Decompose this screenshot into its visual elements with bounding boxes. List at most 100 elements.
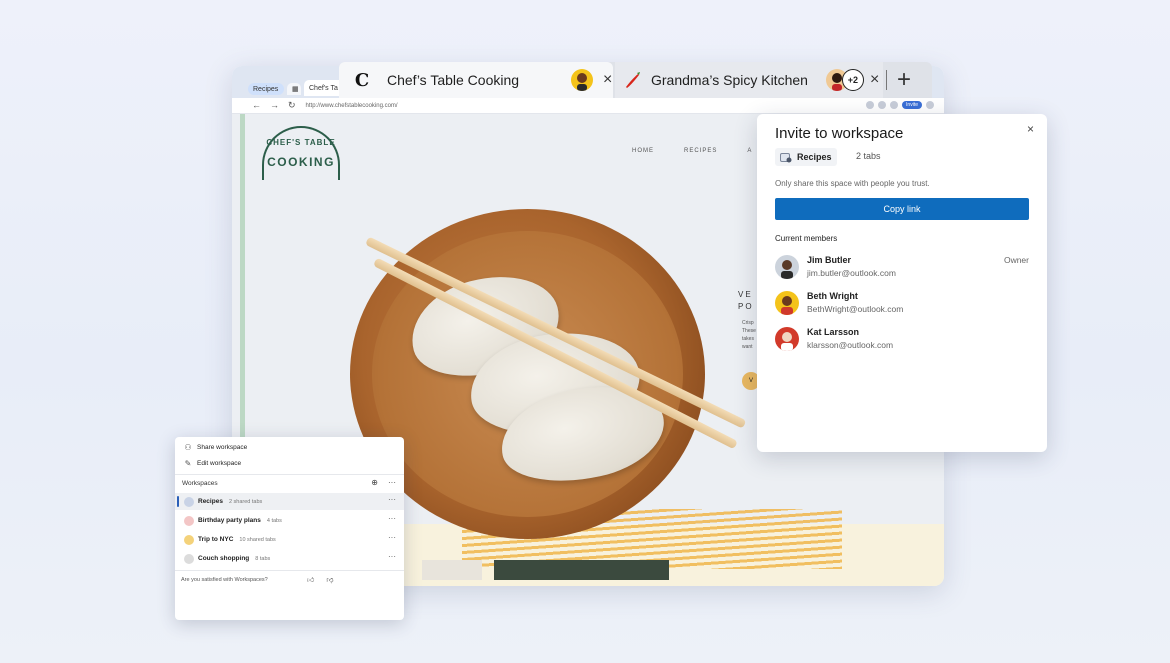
extensions-icon[interactable] — [926, 101, 934, 109]
member-row: Kat Larsson klarsson@outlook.com — [775, 325, 1029, 355]
workspace-name: Recipes — [198, 498, 223, 505]
avatar — [775, 327, 799, 351]
refresh-icon[interactable]: ↻ — [288, 100, 296, 111]
dialog-title: Invite to workspace — [775, 125, 904, 142]
workspace-icon — [184, 496, 194, 507]
workspace-icon — [184, 515, 194, 526]
chefs-table-favicon-icon: C — [354, 69, 370, 91]
edit-workspace-item[interactable]: ✎ Edit workspace — [175, 455, 404, 471]
workspace-item-couch[interactable]: Couch shopping 8 tabs ··· — [175, 550, 404, 567]
new-tab-icon[interactable]: + — [897, 66, 911, 94]
workspace-item-trip-nyc[interactable]: Trip to NYC 10 shared tabs ··· — [175, 531, 404, 548]
site-nav-more[interactable]: A — [747, 148, 752, 154]
workspace-tab-count: 2 tabs — [856, 151, 881, 161]
site-nav: HOME RECIPES A — [632, 148, 752, 154]
thumbnail-image[interactable] — [494, 560, 669, 580]
article-copy: Crisp These takes want — [742, 319, 756, 351]
mini-tab-group-label: Recipes — [253, 85, 279, 93]
add-workspace-icon[interactable]: ⊕ — [371, 478, 378, 487]
tab-title: Chef’s Table Cooking — [387, 72, 520, 88]
url-field[interactable]: http://www.chefstablecooking.com/ — [306, 103, 398, 109]
more-options-icon[interactable]: ··· — [388, 552, 396, 561]
workspace-item-recipes[interactable]: Recipes 2 shared tabs ··· — [175, 493, 404, 510]
share-workspace-item[interactable]: ⚇ Share workspace — [175, 439, 404, 455]
chili-pepper-icon — [626, 72, 640, 88]
share-icon: ⚇ — [184, 442, 192, 452]
mini-tab-calendar[interactable]: ▦ — [287, 83, 301, 95]
collections-icon[interactable] — [878, 101, 887, 109]
member-email: klarsson@outlook.com — [807, 340, 894, 350]
close-icon[interactable]: × — [1027, 122, 1034, 136]
avatar — [775, 255, 799, 279]
thumbs-up-icon[interactable]: 👍︎ — [307, 575, 314, 584]
site-nav-home[interactable]: HOME — [632, 148, 654, 154]
toolbar-invite-button[interactable]: Invite — [902, 101, 922, 109]
trust-note: Only share this space with people you tr… — [775, 179, 930, 188]
workspace-meta: 4 tabs — [266, 517, 282, 524]
workspace-icon — [184, 534, 194, 545]
workspace-icon — [184, 553, 194, 564]
thumbnail-image[interactable] — [422, 560, 482, 580]
article-copy-line: want — [742, 344, 753, 350]
article-heading-line1: VE — [738, 290, 753, 299]
forward-icon[interactable]: → — [270, 100, 279, 111]
member-email: jim.butler@outlook.com — [807, 268, 896, 278]
close-tab-icon[interactable]: × — [603, 71, 612, 89]
calendar-icon: ▦ — [292, 86, 299, 93]
favorites-icon[interactable] — [866, 101, 875, 109]
more-options-icon[interactable]: ··· — [388, 495, 396, 504]
tab-chefs-table[interactable]: C Chef’s Table Cooking × — [339, 62, 613, 98]
logo-text-bottom: COOKING — [267, 155, 335, 169]
article-copy-line: These — [742, 328, 756, 334]
pencil-icon: ✎ — [184, 458, 192, 468]
tab-strip: C Chef’s Table Cooking × Grandma’s Spicy… — [339, 62, 932, 98]
site-logo[interactable]: CHEF'S TABLE COOKING — [262, 126, 340, 180]
more-options-icon[interactable]: ··· — [388, 478, 396, 487]
mini-tab-active-label: Chef's Ta — [309, 84, 338, 92]
workspace-item-birthday[interactable]: Birthday party plans 4 tabs ··· — [175, 512, 404, 529]
workspace-name: Couch shopping — [198, 555, 250, 562]
invite-workspace-dialog: Invite to workspace × Recipes 2 tabs Onl… — [757, 114, 1047, 452]
tab-grandmas-kitchen[interactable]: Grandma’s Spicy Kitchen +2 × — [615, 62, 883, 98]
edit-workspace-label: Edit workspace — [197, 459, 242, 467]
more-collaborators-badge: +2 — [841, 69, 864, 91]
member-name: Beth Wright — [807, 291, 858, 301]
workspace-name: Trip to NYC — [198, 536, 234, 543]
site-nav-recipes[interactable]: RECIPES — [684, 148, 717, 154]
feedback-prompt: Are you satisfied with Workspaces? — [181, 577, 268, 583]
avatar — [775, 291, 799, 315]
workspace-meta: 8 tabs — [255, 555, 271, 562]
address-bar: ← → ↻ http://www.chefstablecooking.com/ … — [232, 98, 944, 114]
member-name: Kat Larsson — [807, 327, 860, 337]
more-options-icon[interactable]: ··· — [388, 533, 396, 542]
member-row: Beth Wright BethWright@outlook.com — [775, 289, 1029, 319]
article-heading-line2: PO — [738, 302, 754, 311]
tab-title: Grandma’s Spicy Kitchen — [651, 72, 808, 88]
divider — [175, 570, 404, 571]
more-options-icon[interactable]: ··· — [388, 514, 396, 523]
collaborator-avatar — [571, 69, 594, 91]
profile-icon[interactable] — [890, 101, 899, 109]
workspace-icon — [780, 152, 792, 162]
divider — [175, 474, 404, 475]
article-copy-line: takes — [742, 336, 754, 342]
logo-text-top: CHEF'S TABLE — [266, 138, 336, 147]
workspace-name: Recipes — [797, 152, 832, 162]
member-role: Owner — [1003, 255, 1029, 265]
thumbs-down-icon[interactable]: 👎︎ — [326, 575, 333, 584]
workspaces-panel: ⚇ Share workspace ✎ Edit workspace Works… — [175, 437, 404, 620]
back-icon[interactable]: ← — [252, 100, 261, 111]
workspace-meta: 2 shared tabs — [228, 498, 263, 505]
workspace-name: Birthday party plans — [198, 517, 261, 524]
share-workspace-label: Share workspace — [197, 443, 248, 451]
members-title: Current members — [775, 234, 838, 243]
close-tab-icon[interactable]: × — [870, 71, 879, 89]
mini-tab-group-recipes[interactable]: Recipes — [248, 83, 284, 95]
selected-indicator — [177, 496, 179, 507]
member-email: BethWright@outlook.com — [807, 304, 904, 314]
workspace-chip: Recipes — [775, 148, 837, 166]
member-name: Jim Butler — [807, 255, 852, 265]
workspace-meta: 10 shared tabs — [239, 536, 276, 543]
member-row: Jim Butler jim.butler@outlook.com Owner — [775, 253, 1029, 283]
copy-link-button[interactable]: Copy link — [775, 198, 1029, 220]
